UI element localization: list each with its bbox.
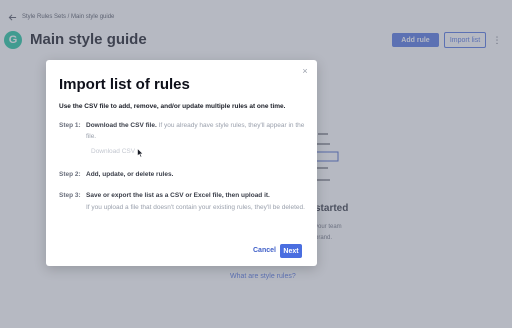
modal-title: Import list of rules (59, 76, 190, 93)
next-button[interactable]: Next (280, 244, 302, 258)
mouse-cursor-icon (137, 148, 144, 158)
step-heading: Save or export the list as a CSV or Exce… (86, 192, 270, 199)
step-1: Step 1: Download the CSV file. If you al… (59, 120, 317, 144)
step-label: Step 3: (59, 192, 81, 199)
step-body: Download the CSV file. If you already ha… (86, 120, 314, 142)
step-heading: Add, update, or delete rules. (86, 171, 174, 178)
cancel-button[interactable]: Cancel (253, 247, 276, 254)
import-rules-modal: × Import list of rules Use the CSV file … (46, 60, 317, 266)
step-body: Add, update, or delete rules. (86, 169, 314, 180)
step-label: Step 2: (59, 171, 81, 178)
close-icon[interactable]: × (301, 67, 309, 76)
step-heading: Download the CSV file. (86, 122, 157, 129)
modal-subtitle: Use the CSV file to add, remove, and/or … (59, 103, 286, 110)
step-body: Save or export the list as a CSV or Exce… (86, 190, 314, 213)
step-description: If you upload a file that doesn't contai… (86, 204, 305, 211)
download-csv-button[interactable]: Download CSV (91, 148, 135, 155)
step-label: Step 1: (59, 122, 81, 129)
step-2: Step 2: Add, update, or delete rules. (59, 169, 317, 181)
step-3: Step 3: Save or export the list as a CSV… (59, 190, 317, 226)
